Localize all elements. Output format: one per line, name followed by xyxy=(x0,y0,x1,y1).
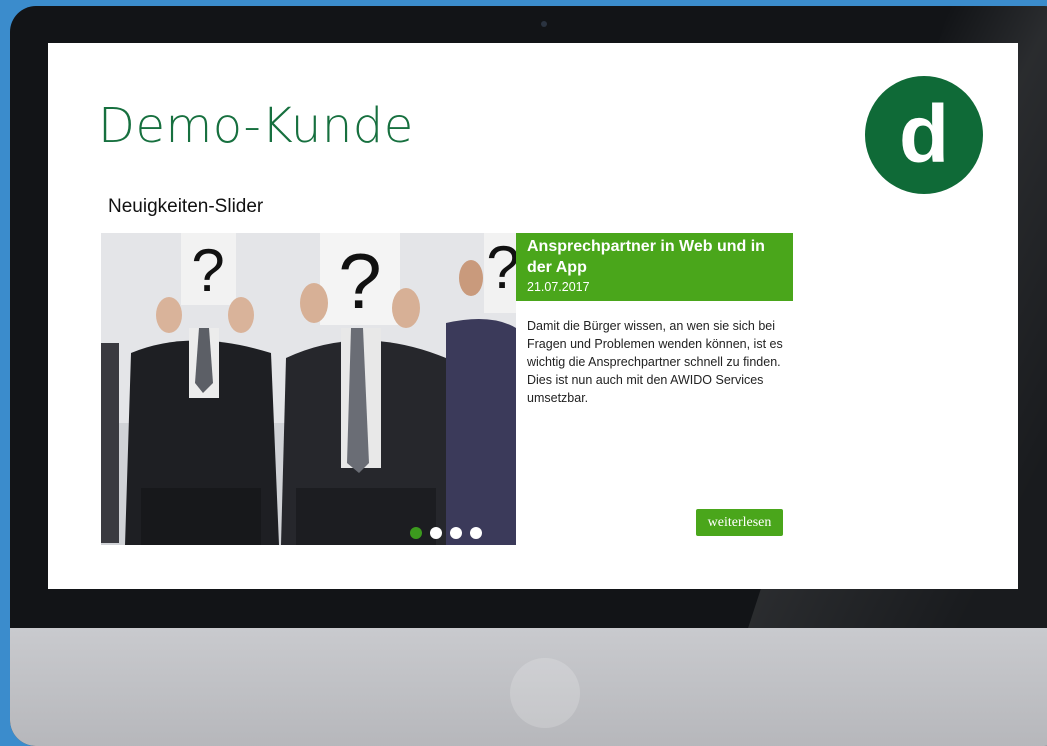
slider-dot-4[interactable] xyxy=(470,527,482,539)
brand-logo: d xyxy=(865,76,983,194)
monitor-chin xyxy=(10,628,1047,746)
slider-heading: Neuigkeiten-Slider xyxy=(108,196,264,217)
slide-caption-header: Ansprechpartner in Web und in der App 21… xyxy=(516,233,793,301)
slider-dot-1[interactable] xyxy=(410,527,422,539)
news-slider: ? ? ? xyxy=(101,233,793,545)
svg-text:?: ? xyxy=(191,237,224,304)
slide-body: Damit die Bürger wissen, an wen sie sich… xyxy=(527,319,783,405)
screen: Demo-Kunde d Neuigkeiten-Slider ? ? Ansp… xyxy=(48,43,1018,589)
people-holding-question-marks-icon: ? ? ? xyxy=(101,233,516,545)
slider-dots xyxy=(410,527,482,539)
read-more-button[interactable]: weiterlesen xyxy=(696,509,783,536)
camera-icon xyxy=(541,21,547,27)
svg-text:?: ? xyxy=(486,234,516,301)
apple-logo-icon xyxy=(510,658,580,728)
slide-image[interactable]: ? ? ? xyxy=(101,233,516,545)
svg-text:?: ? xyxy=(338,237,381,325)
slider-dot-3[interactable] xyxy=(450,527,462,539)
page-title: Demo-Kunde xyxy=(98,98,414,154)
slide-date: 21.07.2017 xyxy=(527,280,590,294)
slider-dot-2[interactable] xyxy=(430,527,442,539)
slide-title[interactable]: Ansprechpartner in Web und in der App xyxy=(527,236,782,278)
logo-letter: d xyxy=(898,89,950,180)
